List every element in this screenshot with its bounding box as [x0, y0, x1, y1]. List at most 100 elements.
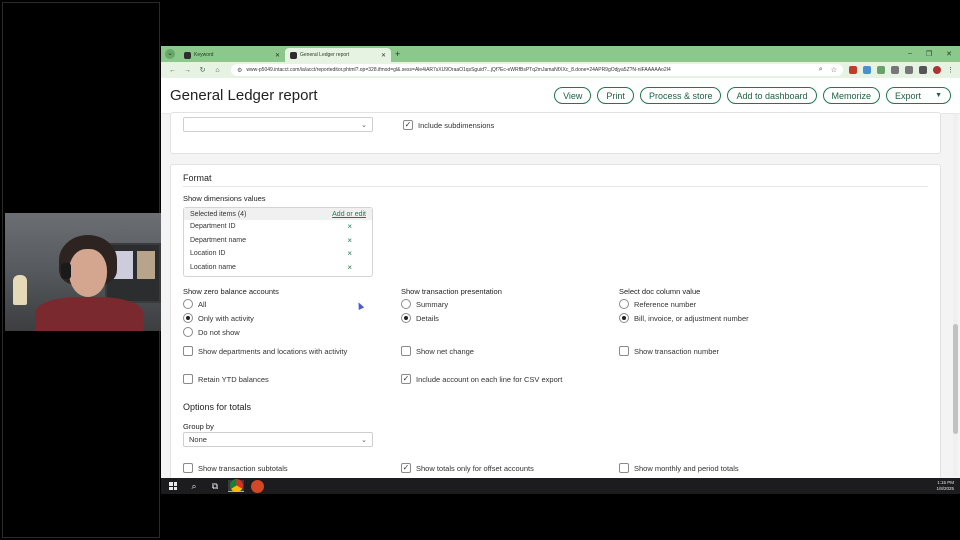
url-field[interactable]: ⚙ www-p5049.intacct.com/ia/acct/reported…	[231, 64, 843, 76]
transaction-presentation-label: Show transaction presentation	[401, 287, 502, 296]
show-transaction-number-checkbox[interactable]: Show transaction number	[619, 346, 719, 356]
zoom-icon[interactable]: ⌕	[819, 66, 823, 74]
radio-selected-icon	[619, 313, 629, 323]
powerpoint-icon	[250, 479, 264, 493]
tab-title: Keyword	[194, 52, 214, 58]
extension-icon[interactable]	[863, 66, 871, 74]
clock-date: 1/8/2025	[936, 486, 954, 491]
radio-label: Only with activity	[198, 313, 254, 323]
new-tab-button[interactable]: +	[395, 49, 400, 59]
headset-icon	[61, 263, 71, 279]
chrome-icon	[229, 479, 243, 492]
kebab-menu-icon[interactable]: ⋮	[947, 66, 954, 74]
intacct-favicon-icon	[290, 51, 297, 59]
group-by-label: Group by	[183, 422, 214, 431]
show-transaction-subtotals-checkbox[interactable]: Show transaction subtotals	[183, 463, 288, 473]
checkbox-icon	[183, 463, 193, 473]
home-icon[interactable]: ⌂	[210, 67, 225, 74]
list-item: Department ID ×	[184, 220, 372, 234]
checkbox-icon	[183, 346, 193, 356]
radio-details[interactable]: Details	[401, 313, 439, 323]
scrollbar-thumb[interactable]	[953, 324, 958, 434]
radio-all[interactable]: All	[183, 299, 206, 309]
webcam-panel	[2, 2, 161, 538]
radio-selected-icon	[401, 313, 411, 323]
forward-arrow-icon[interactable]: →	[180, 67, 195, 74]
checkbox-icon	[401, 346, 411, 356]
show-monthly-period-totals-checkbox[interactable]: Show monthly and period totals	[619, 463, 739, 473]
screen: ⌄ Keyword ✕ General Ledger report ✕ + – …	[0, 0, 960, 540]
radio-summary[interactable]: Summary	[401, 299, 448, 309]
memorize-button[interactable]: Memorize	[822, 87, 881, 104]
checkbox-label: Retain YTD balances	[198, 374, 269, 384]
radio-only-with-activity[interactable]: Only with activity	[183, 313, 254, 323]
presenter-face	[69, 249, 107, 297]
add-or-edit-link[interactable]: Add or edit	[332, 211, 366, 218]
tab-keyword[interactable]: Keyword ✕	[179, 48, 285, 62]
site-info-icon[interactable]: ⚙	[237, 67, 242, 74]
export-button[interactable]: Export ▼	[886, 87, 951, 104]
webcam-feed	[5, 213, 161, 331]
tab-general-ledger[interactable]: General Ledger report ✕	[285, 48, 391, 62]
back-arrow-icon[interactable]: ←	[165, 67, 180, 74]
tab-search-icon[interactable]: ⌄	[165, 49, 175, 59]
system-clock[interactable]: 1:15 PM 1/8/2025	[936, 480, 954, 492]
show-net-change-checkbox[interactable]: Show net change	[401, 346, 474, 356]
windows-logo-icon	[169, 482, 177, 490]
lamp-shape	[13, 275, 27, 305]
radio-label: Summary	[416, 299, 449, 309]
dimension-select[interactable]: ⌄	[183, 117, 373, 132]
restore-icon[interactable]: ❐	[926, 50, 932, 58]
remove-icon[interactable]: ×	[347, 263, 352, 272]
start-button[interactable]	[165, 480, 181, 492]
caret-down-icon: ▼	[935, 92, 942, 99]
sidebar-icon[interactable]	[905, 66, 913, 74]
page-scrollbar[interactable]	[953, 114, 958, 476]
process-store-button[interactable]: Process & store	[639, 87, 722, 104]
show-departments-locations-checkbox[interactable]: Show departments and locations with acti…	[183, 346, 347, 356]
checkbox-checked-icon: ✓	[403, 120, 413, 130]
task-view-icon[interactable]: ⧉	[207, 480, 223, 492]
include-account-csv-checkbox[interactable]: ✓ Include account on each line for CSV e…	[401, 374, 562, 384]
list-item: Department name ×	[184, 234, 372, 248]
minimize-icon[interactable]: –	[908, 50, 912, 58]
retain-ytd-balances-checkbox[interactable]: Retain YTD balances	[183, 374, 269, 384]
dimension-name: Department ID	[190, 223, 236, 231]
pdf-extension-icon[interactable]	[849, 66, 857, 74]
profile-avatar[interactable]	[933, 66, 941, 74]
include-subdimensions-checkbox[interactable]: ✓ Include subdimensions	[403, 120, 494, 130]
search-icon[interactable]: ⌕	[186, 480, 202, 492]
print-button[interactable]: Print	[597, 87, 634, 104]
group-by-select[interactable]: None ⌄	[183, 432, 373, 447]
puzzle-extensions-icon[interactable]	[891, 66, 899, 74]
show-totals-offset-accounts-checkbox[interactable]: ✓ Show totals only for offset accounts	[401, 463, 534, 473]
radio-icon	[183, 327, 193, 337]
remove-icon[interactable]: ×	[347, 222, 352, 231]
chevron-down-icon: ⌄	[361, 436, 367, 444]
zero-balance-label: Show zero balance accounts	[183, 287, 279, 296]
radio-reference-number[interactable]: Reference number	[619, 299, 696, 309]
checkbox-checked-icon: ✓	[401, 374, 411, 384]
dimension-name: Location ID	[190, 250, 226, 258]
tab-close-icon[interactable]: ✕	[381, 52, 386, 59]
reload-icon[interactable]: ↻	[195, 66, 210, 74]
address-bar-row: ← → ↻ ⌂ ⚙ www-p5049.intacct.com/ia/acct/…	[161, 62, 960, 78]
radio-do-not-show[interactable]: Do not show	[183, 327, 240, 337]
view-button[interactable]: View	[554, 87, 592, 104]
taskbar-chrome-button[interactable]	[228, 479, 244, 492]
taskbar-app-button[interactable]	[249, 479, 265, 493]
radio-bill-invoice-adjustment[interactable]: Bill, invoice, or adjustment number	[619, 313, 749, 323]
checkbox-icon	[619, 463, 629, 473]
radio-label: Do not show	[198, 327, 240, 337]
tab-close-icon[interactable]: ✕	[275, 52, 280, 59]
url-text: www-p5049.intacct.com/ia/acct/reportedit…	[246, 67, 671, 73]
add-to-dashboard-button[interactable]: Add to dashboard	[727, 87, 817, 104]
remove-icon[interactable]: ×	[347, 249, 352, 258]
download-icon[interactable]	[919, 66, 927, 74]
radio-label: Bill, invoice, or adjustment number	[634, 313, 749, 323]
close-window-icon[interactable]: ✕	[946, 50, 952, 58]
remove-icon[interactable]: ×	[347, 236, 352, 245]
bookmark-star-icon[interactable]: ☆	[831, 66, 837, 74]
list-item: Location ID ×	[184, 247, 372, 261]
extension-icon[interactable]	[877, 66, 885, 74]
